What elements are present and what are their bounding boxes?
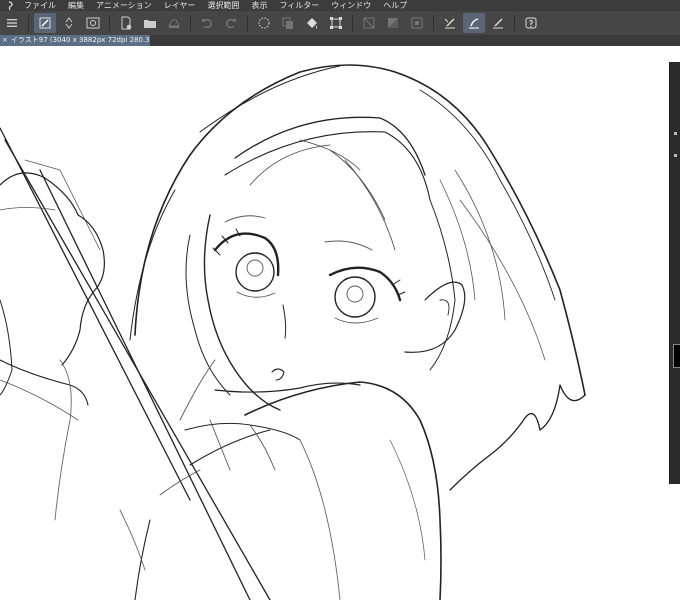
menu-bar: ファイル 編集 アニメーション レイヤー 選択範囲 表示 フィルター ウィンドウ…	[0, 0, 680, 11]
copy-icon[interactable]	[277, 13, 299, 33]
panel-handle-icon	[674, 154, 677, 157]
save-icon[interactable]	[163, 13, 185, 33]
clear-icon[interactable]	[406, 13, 428, 33]
menu-layer[interactable]: レイヤー	[158, 0, 202, 11]
toolbar-divider	[433, 15, 434, 31]
menu-icon[interactable]	[1, 13, 23, 33]
color-swatch[interactable]	[673, 344, 680, 368]
menu-filter[interactable]: フィルター	[273, 0, 325, 11]
toolbar-divider	[190, 15, 191, 31]
layer-view-icon[interactable]	[82, 13, 104, 33]
toolbar-divider	[28, 15, 29, 31]
menu-selection[interactable]: 選択範囲	[201, 0, 245, 11]
snap-ruler-icon[interactable]	[487, 13, 509, 33]
document-tab[interactable]: × イラスト97 (3040 x 3882px 72dpi 280.3%)	[0, 35, 150, 46]
command-bar	[0, 11, 680, 35]
brush-icon[interactable]	[34, 13, 56, 33]
menu-edit[interactable]: 編集	[62, 0, 90, 11]
open-folder-icon[interactable]	[139, 13, 161, 33]
app-logo-icon[interactable]	[0, 0, 18, 11]
redo-icon[interactable]	[220, 13, 242, 33]
toolbar-divider	[514, 15, 515, 31]
menu-view[interactable]: 表示	[245, 0, 273, 11]
fill-icon[interactable]	[301, 13, 323, 33]
lasso-icon[interactable]	[253, 13, 275, 33]
menu-help[interactable]: ヘルプ	[377, 0, 413, 11]
document-tab-bar: × イラスト97 (3040 x 3882px 72dpi 280.3%)	[0, 35, 680, 46]
toolbar-divider	[352, 15, 353, 31]
stepper-icon[interactable]	[58, 13, 80, 33]
side-panel-edge[interactable]	[669, 62, 680, 484]
menu-window[interactable]: ウィンドウ	[325, 0, 377, 11]
help-icon[interactable]	[520, 13, 542, 33]
toolbar-divider	[109, 15, 110, 31]
snap-icon[interactable]	[439, 13, 461, 33]
sketch-artwork	[0, 64, 586, 600]
ruler-icon[interactable]	[358, 13, 380, 33]
new-file-icon[interactable]	[115, 13, 137, 33]
close-tab-icon[interactable]: ×	[0, 35, 11, 46]
mask-icon[interactable]	[382, 13, 404, 33]
drawing-canvas[interactable]	[0, 46, 680, 600]
undo-icon[interactable]	[196, 13, 218, 33]
menu-file[interactable]: ファイル	[18, 0, 62, 11]
menu-animation[interactable]: アニメーション	[90, 0, 158, 11]
snap-special-icon[interactable]	[463, 13, 485, 33]
toolbar-divider	[247, 15, 248, 31]
transform-icon[interactable]	[325, 13, 347, 33]
panel-handle-icon	[674, 132, 677, 135]
document-tab-title: イラスト97 (3040 x 3882px 72dpi 280.3%)	[10, 36, 150, 44]
